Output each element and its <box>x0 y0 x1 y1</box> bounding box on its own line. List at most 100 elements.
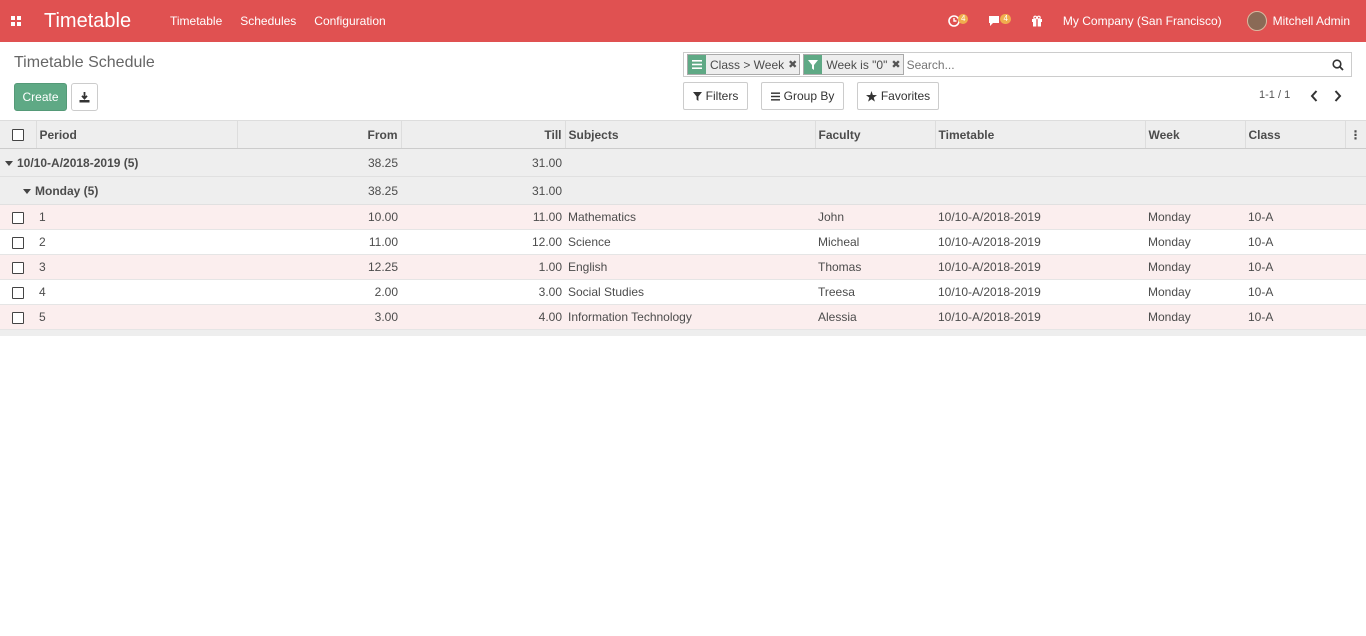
cell-week: Monday <box>1145 254 1245 280</box>
column-header-faculty[interactable]: Faculty <box>815 120 936 149</box>
pager-value[interactable]: 1-1 / 1 <box>1259 89 1290 101</box>
message-count-badge: 4 <box>1000 14 1011 24</box>
column-header-from[interactable]: From <box>237 120 402 149</box>
user-menu[interactable]: Mitchell Admin <box>1273 14 1350 28</box>
table-row[interactable]: 4 2.00 3.00 Social Studies Treesa 10/10-… <box>0 279 1366 305</box>
facet-filter-label: Week is "0" <box>826 57 888 72</box>
cell-week: Monday <box>1145 204 1245 230</box>
cell-class: 10-A <box>1245 304 1345 330</box>
remove-facet-icon[interactable]: ✖ <box>891 58 900 71</box>
menu-item-schedules[interactable]: Schedules <box>240 14 296 28</box>
caret-down-icon <box>5 160 13 166</box>
group-label: Monday (5) <box>35 183 99 198</box>
create-button[interactable]: Create <box>14 83 67 111</box>
cell-week: Monday <box>1145 279 1245 305</box>
activity-count-badge: 4 <box>958 14 969 24</box>
filters-label: Filters <box>705 89 739 103</box>
cell-week: Monday <box>1145 229 1245 255</box>
column-header-period[interactable]: Period <box>36 120 238 149</box>
row-checkbox[interactable] <box>12 286 24 299</box>
download-icon <box>79 91 90 102</box>
cell-from: 10.00 <box>237 204 401 230</box>
top-navbar: Timetable Timetable Schedules Configurat… <box>0 0 1366 42</box>
apps-menu-button[interactable] <box>0 0 32 42</box>
cell-subject: English <box>565 254 815 280</box>
group-from-sum: 38.25 <box>237 148 401 177</box>
group-from-sum: 38.25 <box>237 176 401 205</box>
app-title: Timetable <box>44 9 132 32</box>
table-footer <box>0 329 1366 336</box>
user-avatar[interactable] <box>1246 11 1267 31</box>
cell-faculty: Thomas <box>815 254 935 280</box>
optional-columns-icon[interactable]: ⋮ <box>1345 120 1366 149</box>
export-button[interactable] <box>71 83 98 111</box>
gift-button[interactable] <box>1031 15 1043 27</box>
caret-down-icon <box>23 188 31 194</box>
row-checkbox[interactable] <box>12 261 24 274</box>
filters-button[interactable]: Filters <box>683 82 748 110</box>
column-header-class[interactable]: Class <box>1245 120 1346 149</box>
cell-period: 2 <box>36 229 237 255</box>
chevron-left-icon <box>1310 90 1318 102</box>
groupby-label: Group By <box>783 89 835 103</box>
company-switcher[interactable]: My Company (San Francisco) <box>1063 14 1222 28</box>
messages-button[interactable]: 4 <box>988 14 1011 27</box>
favorites-button[interactable]: Favorites <box>857 82 939 110</box>
remove-facet-icon[interactable]: ✖ <box>788 58 797 71</box>
table-row[interactable]: 5 3.00 4.00 Information Technology Aless… <box>0 304 1366 330</box>
list-view: Period From Till Subjects Faculty Timeta… <box>0 120 1366 336</box>
column-header-subjects[interactable]: Subjects <box>565 120 816 149</box>
cell-till: 12.00 <box>401 229 565 255</box>
search-facet-filter[interactable]: Week is "0" ✖ <box>803 54 904 75</box>
apps-grid-icon <box>11 16 21 26</box>
cell-from: 3.00 <box>237 304 401 330</box>
cell-faculty: Alessia <box>815 304 935 330</box>
cell-week: Monday <box>1145 304 1245 330</box>
cell-period: 1 <box>36 204 237 230</box>
search-facet-groupby[interactable]: Class > Week ✖ <box>687 54 801 75</box>
pager-previous-button[interactable] <box>1307 88 1321 104</box>
search-input[interactable] <box>906 57 1328 72</box>
cell-period: 5 <box>36 304 237 330</box>
group-row-timetable[interactable]: 10/10-A/2018-2019 (5) 38.25 31.00 <box>0 148 1366 177</box>
column-header-timetable[interactable]: Timetable <box>935 120 1146 149</box>
search-icon[interactable] <box>1328 58 1348 71</box>
menu-item-timetable[interactable]: Timetable <box>170 14 222 28</box>
column-header-week[interactable]: Week <box>1145 120 1246 149</box>
cell-subject: Science <box>565 229 815 255</box>
select-all-checkbox[interactable] <box>11 129 24 142</box>
filter-icon <box>804 55 823 74</box>
cell-class: 10-A <box>1245 279 1345 305</box>
table-row[interactable]: 1 10.00 11.00 Mathematics John 10/10-A/2… <box>0 204 1366 230</box>
table-row[interactable]: 2 11.00 12.00 Science Micheal 10/10-A/20… <box>0 229 1366 255</box>
cell-from: 11.00 <box>237 229 401 255</box>
row-checkbox[interactable] <box>12 236 24 249</box>
cell-subject: Mathematics <box>565 204 815 230</box>
cell-class: 10-A <box>1245 229 1345 255</box>
menu-item-configuration[interactable]: Configuration <box>314 14 385 28</box>
pager-next-button[interactable] <box>1331 88 1345 104</box>
cell-class: 10-A <box>1245 204 1345 230</box>
cell-subject: Information Technology <box>565 304 815 330</box>
cell-timetable: 10/10-A/2018-2019 <box>935 279 1145 305</box>
groupby-button[interactable]: Group By <box>761 82 844 110</box>
cell-timetable: 10/10-A/2018-2019 <box>935 304 1145 330</box>
row-checkbox[interactable] <box>12 311 24 324</box>
cell-till: 4.00 <box>401 304 565 330</box>
group-label: 10/10-A/2018-2019 (5) <box>17 155 139 170</box>
facet-groupby-label: Class > Week <box>710 57 785 72</box>
cell-till: 1.00 <box>401 254 565 280</box>
cell-class: 10-A <box>1245 254 1345 280</box>
groupby-icon <box>688 55 706 74</box>
cell-till: 11.00 <box>401 204 565 230</box>
activity-button[interactable]: 4 <box>948 14 969 27</box>
list-icon <box>770 91 780 101</box>
table-row[interactable]: 3 12.25 1.00 English Thomas 10/10-A/2018… <box>0 254 1366 280</box>
group-row-week[interactable]: Monday (5) 38.25 31.00 <box>0 176 1366 205</box>
cell-timetable: 10/10-A/2018-2019 <box>935 204 1145 230</box>
cell-from: 12.25 <box>237 254 401 280</box>
cell-from: 2.00 <box>237 279 401 305</box>
row-checkbox[interactable] <box>12 211 24 224</box>
page-title: Timetable Schedule <box>14 54 155 71</box>
column-header-till[interactable]: Till <box>401 120 566 149</box>
